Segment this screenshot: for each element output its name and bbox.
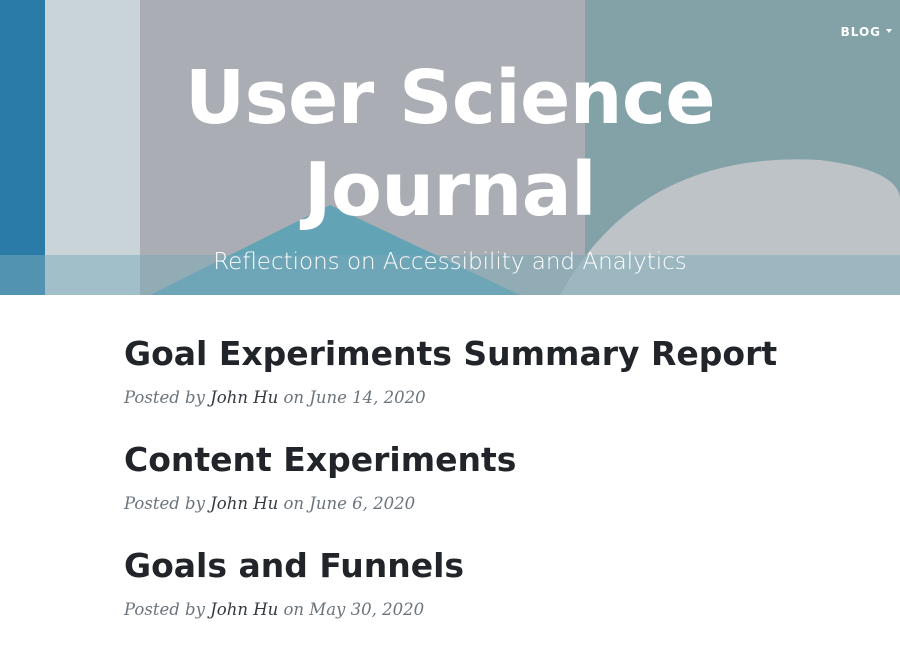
post-date: May 30, 2020 <box>309 600 425 619</box>
post-meta: Posted by John Hu on June 14, 2020 <box>124 386 824 410</box>
post-preview: Goal Experiments Summary Report Posted b… <box>124 330 824 410</box>
post-title-link[interactable]: Goals and Funnels <box>124 542 824 590</box>
site-subtitle: Reflections on Accessibility and Analyti… <box>213 249 687 275</box>
blog-menu[interactable]: BLOG <box>841 25 892 39</box>
post-preview: Content Experiments Posted by John Hu on… <box>124 436 824 516</box>
post-list: Goal Experiments Summary Report Posted b… <box>124 330 824 648</box>
post-meta: Posted by John Hu on May 30, 2020 <box>124 598 824 622</box>
on-label: on <box>283 600 305 619</box>
author-link[interactable]: John Hu <box>210 388 278 407</box>
on-label: on <box>283 388 305 407</box>
site-title-line-1: User Science <box>184 55 716 141</box>
post-date: June 6, 2020 <box>309 494 416 513</box>
posted-by-label: Posted by <box>124 600 205 619</box>
blog-menu-label[interactable]: BLOG <box>841 25 881 39</box>
post-title-link[interactable]: Content Experiments <box>124 436 824 484</box>
post-preview: Goals and Funnels Posted by John Hu on M… <box>124 542 824 622</box>
masthead: BLOG User Science Journal Reflections on… <box>0 0 900 295</box>
post-title-link[interactable]: Goal Experiments Summary Report <box>124 330 824 378</box>
site-title-line-2: Journal <box>303 147 597 233</box>
site-title: User Science Journal <box>0 52 900 236</box>
author-link[interactable]: John Hu <box>210 494 278 513</box>
post-meta: Posted by John Hu on June 6, 2020 <box>124 492 824 516</box>
post-date: June 14, 2020 <box>309 388 426 407</box>
caret-down-icon[interactable] <box>886 29 892 33</box>
author-link[interactable]: John Hu <box>210 600 278 619</box>
posted-by-label: Posted by <box>124 494 205 513</box>
on-label: on <box>283 494 305 513</box>
posted-by-label: Posted by <box>124 388 205 407</box>
